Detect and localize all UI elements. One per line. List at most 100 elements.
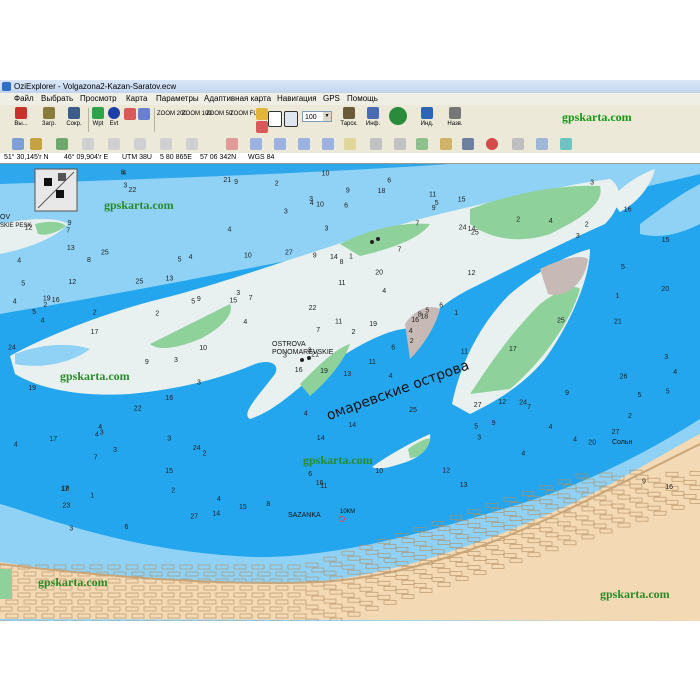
nmea-2-icon[interactable] bbox=[394, 138, 406, 150]
depth-sounding: 17 bbox=[49, 436, 57, 443]
zoom-small-icon[interactable] bbox=[82, 138, 94, 150]
depth-sounding: 15 bbox=[229, 298, 237, 305]
anchor-icon[interactable] bbox=[462, 138, 474, 150]
depth-sounding: 14 bbox=[330, 254, 338, 261]
datum-readout: WGS 84 bbox=[248, 154, 275, 161]
depth-sounding: 8 bbox=[340, 259, 344, 266]
zoom-50-button[interactable]: ZOOM 50 bbox=[206, 107, 232, 133]
gps-1-icon[interactable] bbox=[226, 138, 238, 150]
load-button[interactable]: Загр. bbox=[38, 107, 60, 133]
zoom-full-button[interactable]: ZOOM FULL bbox=[230, 107, 264, 133]
zoom-100-button[interactable]: ZOOM 100 bbox=[182, 107, 212, 133]
menu-gps[interactable]: GPS bbox=[323, 93, 340, 105]
zoom-level-select[interactable]: 100 ▼ bbox=[302, 111, 332, 122]
depth-sounding: 5 bbox=[178, 257, 182, 264]
depth-sounding: 12 bbox=[468, 270, 476, 277]
depth-sounding: 9 bbox=[145, 359, 149, 366]
menu-params[interactable]: Параметры bbox=[156, 93, 199, 105]
gps-3-icon[interactable] bbox=[274, 138, 286, 150]
move-map-icon[interactable] bbox=[256, 108, 268, 120]
event-button[interactable]: Evt bbox=[106, 107, 122, 133]
depth-sounding: 11 bbox=[369, 359, 376, 366]
ostrova-label: OSTROVA bbox=[272, 341, 306, 348]
depth-sounding: 11 bbox=[429, 192, 436, 199]
print-icon[interactable] bbox=[512, 138, 524, 150]
magnifier-icon[interactable] bbox=[268, 111, 282, 127]
menu-help[interactable]: Помощь bbox=[347, 93, 378, 105]
name-icon bbox=[449, 107, 461, 119]
gps-5-icon[interactable] bbox=[322, 138, 334, 150]
pan-arrows-button[interactable] bbox=[386, 107, 410, 133]
map-view[interactable]: 13 8 21 18 16 2 15 1 14 6 22 17 15 16 12 6 9 4 3 7 23 2 14 18 7 2… bbox=[0, 164, 700, 621]
menu-file[interactable]: Файл bbox=[14, 93, 34, 105]
depth-sounding: 7 bbox=[415, 221, 419, 228]
depth-sounding: 12 bbox=[68, 279, 76, 286]
zoom-small-5-icon[interactable] bbox=[186, 138, 198, 150]
menu-view[interactable]: Просмотр bbox=[80, 93, 117, 105]
depth-sounding: 2 bbox=[155, 311, 159, 318]
depth-sounding: 9 bbox=[313, 253, 317, 260]
depth-sounding: 3 bbox=[664, 354, 668, 361]
pencil-icon[interactable] bbox=[416, 138, 428, 150]
gps-2-icon[interactable] bbox=[250, 138, 262, 150]
zoom-in-button[interactable]: ZOOM 200 bbox=[157, 107, 187, 133]
depth-sounding: 16 bbox=[665, 484, 673, 491]
menu-map[interactable]: Карта bbox=[126, 93, 147, 105]
signal-icon[interactable] bbox=[560, 138, 572, 150]
overview-locator-icon[interactable] bbox=[34, 168, 78, 212]
folder-open-icon bbox=[43, 107, 55, 119]
depth-sounding: 8 bbox=[87, 257, 91, 264]
depth-sounding: 3 bbox=[174, 357, 178, 364]
crosshair-icon[interactable] bbox=[12, 138, 24, 150]
gps-6-icon[interactable] bbox=[344, 138, 356, 150]
secondary-toolbar bbox=[0, 135, 700, 154]
zoom-small-3-icon[interactable] bbox=[134, 138, 146, 150]
depth-sounding: 12 bbox=[442, 468, 450, 475]
gps-4-icon[interactable] bbox=[298, 138, 310, 150]
depth-sounding: 4 bbox=[189, 254, 193, 261]
info-button[interactable]: Инф. bbox=[362, 107, 384, 133]
depth-sounding: 1 bbox=[616, 293, 620, 300]
depth-sounding: 16 bbox=[295, 367, 303, 374]
depth-sounding: 22 bbox=[309, 305, 317, 312]
depth-sounding: 10 bbox=[322, 170, 330, 177]
depth-sounding: 4 bbox=[310, 200, 314, 207]
map-canvas[interactable]: 1382118162151146221715161269437232141872… bbox=[0, 164, 700, 621]
menu-adaptive-map[interactable]: Адаптивная карта bbox=[204, 93, 271, 105]
title-bar[interactable]: OziExplorer - Volgazona2-Kazan-Saratov.e… bbox=[0, 80, 700, 93]
save-button[interactable]: Сокр. bbox=[63, 107, 85, 133]
track-tool-icon[interactable] bbox=[138, 108, 150, 120]
zoom-small-4-icon[interactable] bbox=[160, 138, 172, 150]
depth-sounding: 25 bbox=[101, 250, 109, 257]
menu-select[interactable]: Выбрать bbox=[41, 93, 73, 105]
menu-bar: Файл Выбрать Просмотр Карта Параметры Ад… bbox=[0, 93, 700, 105]
waypoint-button[interactable]: Wpt bbox=[90, 107, 106, 133]
depth-sounding: 2 bbox=[628, 413, 632, 420]
depth-sounding: 4 bbox=[98, 424, 102, 431]
center-map-icon[interactable] bbox=[256, 121, 268, 133]
add-track-icon[interactable] bbox=[124, 108, 136, 120]
map-watermark: gpskarta.com bbox=[104, 198, 174, 212]
ind-button[interactable]: Инд. bbox=[417, 107, 437, 133]
depth-sounding: 4 bbox=[14, 441, 18, 448]
track-icon[interactable] bbox=[56, 138, 68, 150]
name-button[interactable]: Назв. bbox=[444, 107, 466, 133]
graph-icon[interactable] bbox=[536, 138, 548, 150]
depth-sounding: 1 bbox=[454, 310, 458, 317]
map-calibrate-icon bbox=[343, 107, 355, 119]
depth-sounding: 3 bbox=[477, 434, 481, 441]
edit-icon[interactable] bbox=[440, 138, 452, 150]
select-tool-icon[interactable] bbox=[284, 111, 298, 127]
depth-sounding: 8 bbox=[266, 501, 270, 508]
menu-navigation[interactable]: Навигация bbox=[277, 93, 317, 105]
depth-sounding: 19 bbox=[43, 296, 51, 303]
stop-icon[interactable] bbox=[486, 138, 498, 150]
exit-button[interactable]: Вы... bbox=[10, 107, 32, 133]
tarsk-button[interactable]: Тарск. bbox=[338, 107, 360, 133]
zoom-small-2-icon[interactable] bbox=[108, 138, 120, 150]
depth-sounding: 2 bbox=[516, 217, 520, 224]
depth-sounding: 6 bbox=[387, 178, 391, 185]
nmea-icon[interactable] bbox=[370, 138, 382, 150]
depth-sounding: 5 bbox=[666, 388, 670, 395]
route-icon[interactable] bbox=[30, 138, 42, 150]
